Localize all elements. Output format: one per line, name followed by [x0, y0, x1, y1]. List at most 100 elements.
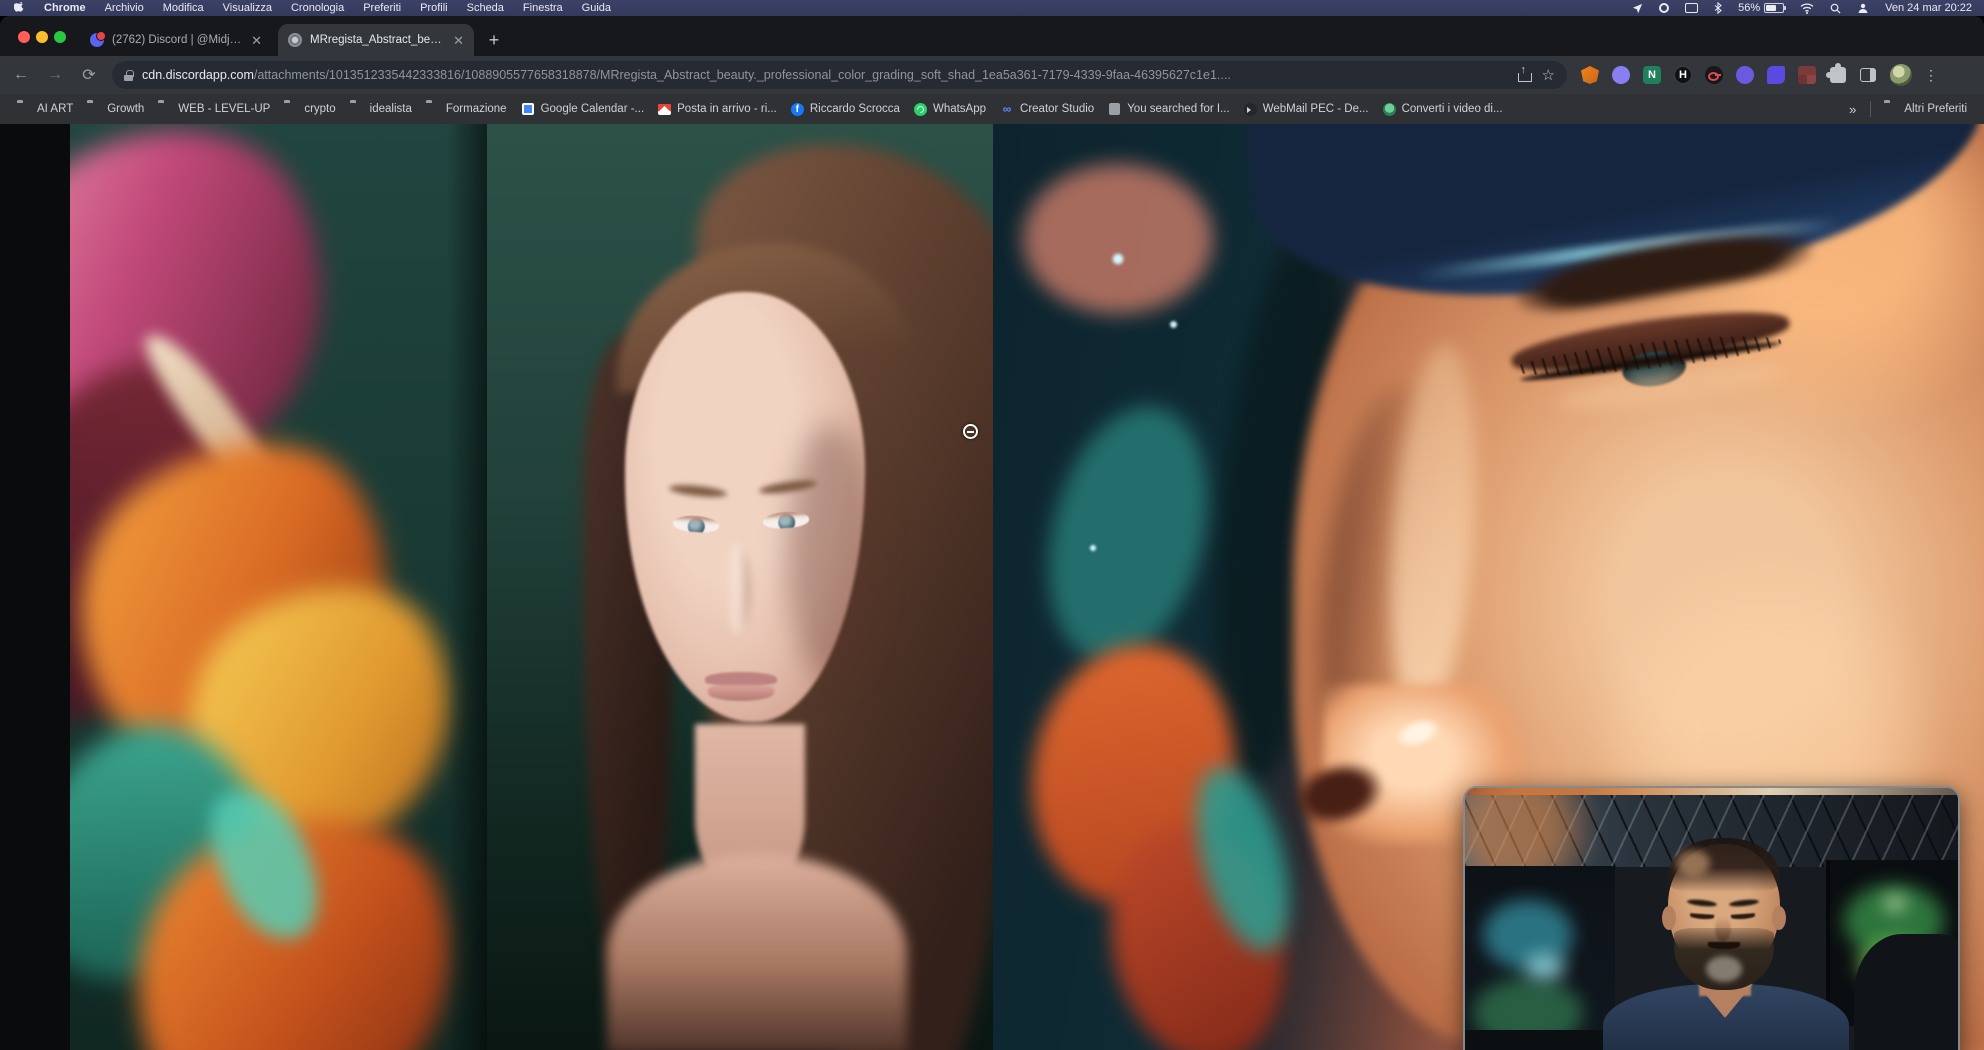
- extensions-puzzle-icon[interactable]: [1830, 67, 1846, 83]
- lock-icon[interactable]: [124, 70, 133, 81]
- bookmark-folder-idealista[interactable]: idealista: [343, 100, 419, 118]
- folder-icon: [87, 103, 101, 115]
- extension-password-key-icon[interactable]: [1705, 66, 1723, 84]
- extension-violet-icon[interactable]: [1736, 66, 1754, 84]
- side-panel-icon[interactable]: [1860, 68, 1876, 82]
- bookmark-whatsapp[interactable]: WhatsApp: [907, 100, 993, 119]
- bookmark-label: Google Calendar -...: [541, 103, 645, 115]
- recording-app-icon[interactable]: [1659, 2, 1669, 14]
- new-tab-button[interactable]: +: [482, 28, 506, 52]
- back-button[interactable]: ←: [8, 62, 34, 88]
- bookmark-label: crypto: [304, 103, 335, 115]
- battery-status[interactable]: 56%: [1738, 2, 1784, 14]
- browser-toolbar: ← → ⟳ cdn.discordapp.com /attachments/10…: [0, 56, 1984, 94]
- bookmark-you-searched[interactable]: You searched for I...: [1101, 100, 1237, 118]
- tab-close-icon[interactable]: ✕: [453, 34, 464, 47]
- extension-hub-icon[interactable]: H: [1674, 66, 1692, 84]
- screen: Chrome Archivio Modifica Visualizza Cron…: [0, 0, 1984, 1050]
- macos-menu-bar: Chrome Archivio Modifica Visualizza Cron…: [0, 0, 1984, 16]
- menu-item-cronologia[interactable]: Cronologia: [291, 2, 344, 14]
- bookmark-google-calendar[interactable]: Google Calendar -...: [514, 99, 652, 119]
- extension-purple-icon[interactable]: [1612, 66, 1630, 84]
- portrait-cheek-shadow: [787, 424, 877, 684]
- url-path: /attachments/1013512335442333816/1088905…: [254, 68, 1506, 82]
- monitor-screen-glow: [1525, 954, 1565, 980]
- bookmark-folder-formazione[interactable]: Formazione: [419, 100, 514, 118]
- bookmark-label: Posta in arrivo - ri...: [677, 103, 777, 115]
- extension-metamask-icon[interactable]: [1581, 66, 1599, 84]
- whatsapp-icon: [914, 103, 927, 116]
- page-icon: [1109, 103, 1120, 115]
- close-window-button[interactable]: [18, 31, 30, 43]
- bookmark-video-converter[interactable]: Converti i video di...: [1376, 100, 1510, 119]
- tab-close-icon[interactable]: ✕: [251, 34, 262, 47]
- battery-icon: [1764, 3, 1784, 13]
- menu-item-scheda[interactable]: Scheda: [467, 2, 504, 14]
- apple-menu-icon[interactable]: [14, 1, 25, 15]
- tab-discord[interactable]: (2762) Discord | @Midjourney ✕: [80, 24, 272, 56]
- chrome-window: (2762) Discord | @Midjourney ✕ MRregista…: [0, 16, 1984, 1050]
- closeup-teal-streak: [1024, 390, 1232, 679]
- bookmark-webmail-pec[interactable]: WebMail PEC - De...: [1237, 100, 1376, 119]
- fast-user-switch-icon[interactable]: [1857, 2, 1869, 14]
- display-mirroring-icon[interactable]: [1685, 2, 1698, 14]
- forward-button[interactable]: →: [42, 62, 68, 88]
- monitor-screen-glow: [1884, 896, 1906, 910]
- google-calendar-icon: [522, 103, 534, 115]
- spotlight-search-icon[interactable]: [1830, 2, 1841, 14]
- share-icon[interactable]: [1518, 68, 1530, 82]
- reload-button[interactable]: ⟳: [76, 62, 102, 88]
- bookmark-folder-web-level-up[interactable]: WEB - LEVEL-UP: [151, 100, 277, 118]
- extension-notion-icon[interactable]: N: [1643, 66, 1661, 84]
- chair-headrest: [1854, 934, 1960, 1050]
- folder-icon: [426, 103, 440, 115]
- presenter-ear: [1772, 906, 1786, 930]
- portrait-chest: [607, 854, 907, 1050]
- bookmark-label: Converti i video di...: [1402, 103, 1503, 115]
- bookmark-label: Riccardo Scrocca: [810, 103, 900, 115]
- tab-title: (2762) Discord | @Midjourney: [112, 34, 243, 46]
- chrome-menu-icon[interactable]: ⋮: [1924, 67, 1938, 84]
- menu-item-app-chrome[interactable]: Chrome: [44, 2, 86, 14]
- bluetooth-icon[interactable]: [1714, 2, 1722, 14]
- wifi-icon[interactable]: [1800, 2, 1814, 14]
- bookmark-folder-crypto[interactable]: crypto: [277, 100, 342, 118]
- tab-image-active[interactable]: MRregista_Abstract_beauty._.. ✕: [278, 24, 474, 56]
- folder-icon: [284, 103, 298, 115]
- folder-icon: [158, 103, 172, 115]
- menu-item-guida[interactable]: Guida: [582, 2, 611, 14]
- menu-item-visualizza[interactable]: Visualizza: [223, 2, 272, 14]
- location-services-icon[interactable]: [1632, 2, 1643, 14]
- bookmark-creator-studio[interactable]: ∞ Creator Studio: [993, 100, 1101, 119]
- bookmark-folder-ai-art[interactable]: AI ART: [10, 100, 80, 118]
- menu-item-preferiti[interactable]: Preferiti: [363, 2, 401, 14]
- webmail-icon: [1244, 103, 1257, 116]
- bookmark-star-icon[interactable]: ☆: [1542, 68, 1555, 83]
- address-bar[interactable]: cdn.discordapp.com /attachments/10135123…: [112, 61, 1567, 89]
- menubar-clock[interactable]: Ven 24 mar 20:22: [1885, 2, 1972, 14]
- bookmark-folder-altri-preferiti[interactable]: Altri Preferiti: [1877, 100, 1974, 118]
- menu-item-finestra[interactable]: Finestra: [523, 2, 563, 14]
- bookmark-facebook-profile[interactable]: f Riccardo Scrocca: [784, 100, 907, 119]
- menu-item-archivio[interactable]: Archivio: [105, 2, 144, 14]
- fullscreen-window-button[interactable]: [54, 31, 66, 43]
- bookmarks-overflow-chevron[interactable]: »: [1841, 102, 1864, 117]
- sparkle-dot: [1169, 320, 1178, 329]
- bookmark-folder-growth[interactable]: Growth: [80, 100, 151, 118]
- bookmark-gmail-inbox[interactable]: Posta in arrivo - ri...: [651, 100, 784, 118]
- tab-strip: (2762) Discord | @Midjourney ✕ MRregista…: [0, 16, 1984, 56]
- converter-icon: [1383, 103, 1396, 116]
- image-viewer-page[interactable]: [0, 124, 1984, 1050]
- menu-item-modifica[interactable]: Modifica: [163, 2, 204, 14]
- folder-icon: [17, 103, 31, 115]
- bookmark-label: idealista: [370, 103, 412, 115]
- minimize-window-button[interactable]: [36, 31, 48, 43]
- bookmark-label: WebMail PEC - De...: [1263, 103, 1369, 115]
- bookmark-label: Altri Preferiti: [1904, 103, 1967, 115]
- profile-avatar[interactable]: [1890, 64, 1912, 86]
- bookmark-label: You searched for I...: [1127, 103, 1230, 115]
- extension-indigo-icon[interactable]: [1767, 66, 1785, 84]
- extension-grid-icon[interactable]: [1798, 66, 1816, 84]
- bookmarks-divider: [1870, 101, 1871, 117]
- menu-item-profili[interactable]: Profili: [420, 2, 448, 14]
